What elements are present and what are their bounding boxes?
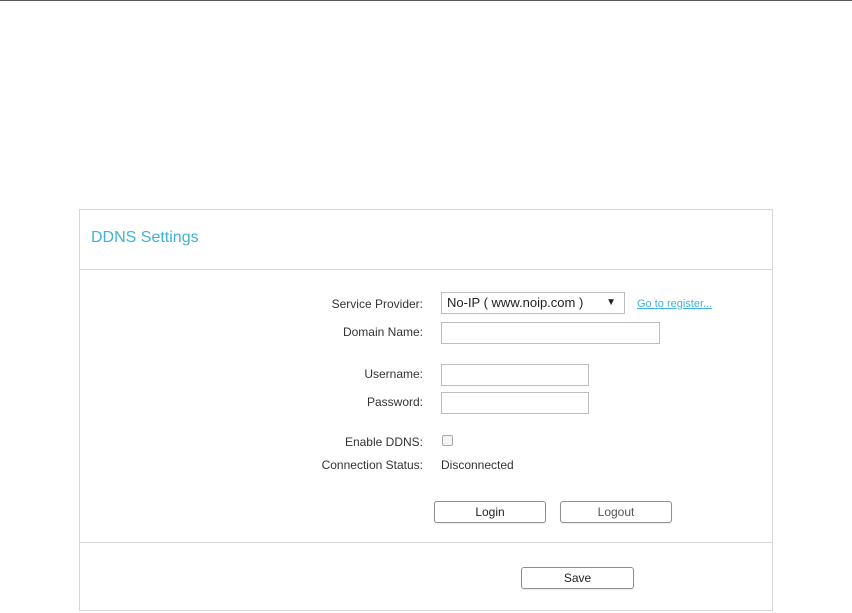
service-provider-select[interactable]: No-IP ( www.noip.com ) ▼ [441,292,625,314]
password-label: Password: [366,395,423,409]
dropdown-arrow-icon: ▼ [606,297,616,308]
service-provider-selected-value: No-IP ( www.noip.com ) [447,295,584,310]
enable-ddns-checkbox[interactable] [442,435,453,446]
enable-ddns-label: Enable DDNS: [344,435,423,449]
panel-header: DDNS Settings [80,210,772,270]
domain-name-label: Domain Name: [342,325,423,339]
top-divider [0,0,852,1]
domain-name-input[interactable] [441,322,660,344]
panel-title: DDNS Settings [91,229,199,246]
go-to-register-link[interactable]: Go to register... [637,298,712,310]
footer-divider [80,542,772,543]
save-button[interactable]: Save [521,567,634,589]
ddns-settings-panel: DDNS Settings Service Provider: No-IP ( … [79,209,773,611]
login-button[interactable]: Login [434,501,546,523]
connection-status-label: Connection Status: [321,458,423,472]
username-label: Username: [364,367,423,381]
connection-status-value: Disconnected [441,458,514,472]
logout-button[interactable]: Logout [560,501,672,523]
service-provider-label: Service Provider: [331,297,423,311]
password-input[interactable] [441,392,589,414]
username-input[interactable] [441,364,589,386]
